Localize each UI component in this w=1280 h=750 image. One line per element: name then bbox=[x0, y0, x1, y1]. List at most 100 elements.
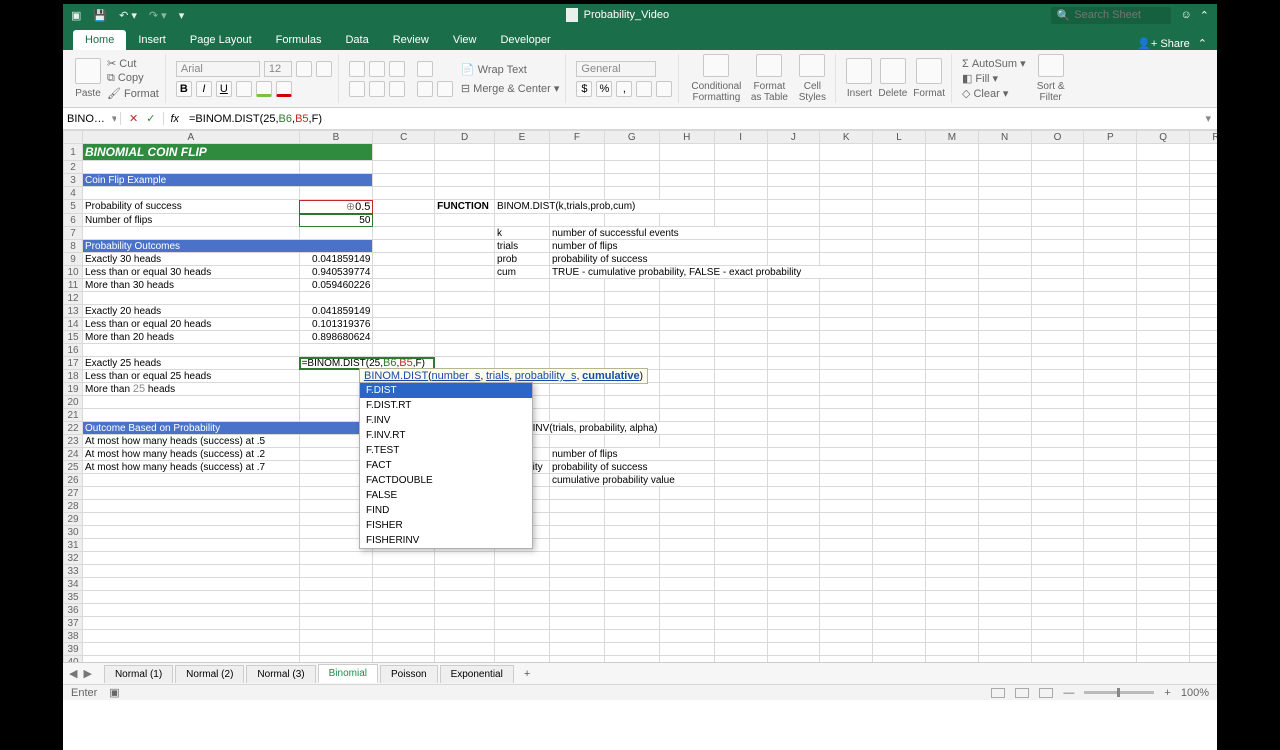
fx-icon[interactable]: fx bbox=[164, 113, 185, 125]
suggestion-item[interactable]: FIND bbox=[360, 503, 532, 518]
decrease-font-icon[interactable] bbox=[316, 61, 332, 77]
suggestion-item[interactable]: F.DIST.RT bbox=[360, 398, 532, 413]
section1[interactable]: Coin Flip Example bbox=[83, 174, 373, 187]
delete-cells-icon[interactable] bbox=[880, 58, 906, 84]
suggestion-item[interactable]: F.DIST bbox=[360, 383, 532, 398]
enter-icon[interactable]: ✓ bbox=[146, 112, 155, 125]
sheet-tab[interactable]: Normal (2) bbox=[175, 665, 244, 683]
layout-icon[interactable]: ▣ bbox=[71, 9, 81, 22]
zoom-out-icon[interactable]: — bbox=[1063, 687, 1074, 699]
paste-icon[interactable] bbox=[75, 58, 101, 84]
section3[interactable]: Outcome Based on Probability bbox=[83, 422, 373, 435]
zoom-in-icon[interactable]: + bbox=[1164, 687, 1170, 699]
sheet-tab-active[interactable]: Binomial bbox=[318, 664, 378, 683]
indent-inc-icon[interactable] bbox=[437, 81, 453, 97]
tab-data[interactable]: Data bbox=[333, 30, 380, 50]
suggestion-item[interactable]: FALSE bbox=[360, 488, 532, 503]
redo-icon[interactable]: ↷ ▾ bbox=[149, 9, 167, 22]
view-normal-icon[interactable] bbox=[991, 688, 1005, 698]
align-mid-icon[interactable] bbox=[369, 61, 385, 77]
fill-button[interactable]: ◧ Fill ▾ bbox=[962, 72, 1026, 85]
tab-insert[interactable]: Insert bbox=[126, 30, 178, 50]
cell-e5[interactable]: BINOM.DIST(k,trials,prob,cum) bbox=[495, 200, 715, 214]
suggestion-item[interactable]: F.TEST bbox=[360, 443, 532, 458]
clear-button[interactable]: ◇ Clear ▾ bbox=[962, 87, 1026, 100]
increase-font-icon[interactable] bbox=[296, 61, 312, 77]
worksheet[interactable]: ABCDEFGHIJKLMNOPQR 1BINOMIAL COIN FLIP 2… bbox=[63, 130, 1217, 662]
autosum-button[interactable]: Σ AutoSum ▾ bbox=[962, 57, 1026, 70]
tab-next-icon[interactable]: ▶ bbox=[83, 667, 91, 680]
search-input[interactable] bbox=[1074, 9, 1164, 21]
cut-button[interactable]: ✂ Cut bbox=[107, 57, 159, 70]
section2[interactable]: Probability Outcomes bbox=[83, 240, 373, 253]
number-format[interactable]: General bbox=[576, 61, 656, 77]
align-top-icon[interactable] bbox=[349, 61, 365, 77]
view-break-icon[interactable] bbox=[1039, 688, 1053, 698]
tab-developer[interactable]: Developer bbox=[488, 30, 562, 50]
tab-prev-icon[interactable]: ◀ bbox=[69, 667, 77, 680]
sheet-tab[interactable]: Normal (1) bbox=[104, 665, 173, 683]
copy-button[interactable]: ⧉ Copy bbox=[107, 72, 159, 85]
currency-icon[interactable]: $ bbox=[576, 81, 592, 97]
zoom-slider[interactable] bbox=[1084, 691, 1154, 694]
orientation-icon[interactable] bbox=[417, 61, 433, 77]
indent-dec-icon[interactable] bbox=[417, 81, 433, 97]
align-center-icon[interactable] bbox=[369, 81, 385, 97]
fill-color-icon[interactable] bbox=[256, 81, 272, 97]
cell-a6[interactable]: Number of flips bbox=[83, 214, 300, 227]
cell-b6[interactable]: 50 bbox=[299, 214, 373, 227]
cell-a5[interactable]: Probability of success bbox=[83, 200, 300, 214]
tab-review[interactable]: Review bbox=[381, 30, 441, 50]
name-box[interactable]: BINOM.D...▾ bbox=[63, 112, 121, 125]
cond-format-icon[interactable] bbox=[703, 54, 729, 77]
format-cells-icon[interactable] bbox=[916, 58, 942, 84]
expand-formula-icon[interactable]: ▾ bbox=[1199, 112, 1217, 125]
suggestion-item[interactable]: FISHER bbox=[360, 518, 532, 533]
undo-icon[interactable]: ↶ ▾ bbox=[119, 9, 137, 22]
font-size[interactable]: 12 bbox=[264, 61, 292, 77]
sheet-tab[interactable]: Poisson bbox=[380, 665, 438, 683]
suggestion-item[interactable]: FACTDOUBLE bbox=[360, 473, 532, 488]
suggestion-item[interactable]: FISHERINV bbox=[360, 533, 532, 548]
suggestion-item[interactable]: F.INV bbox=[360, 413, 532, 428]
merge-center-button[interactable]: ⊟ Merge & Center ▾ bbox=[461, 82, 560, 95]
collapse-ribbon-icon[interactable]: ⌃ bbox=[1198, 37, 1207, 50]
underline-icon[interactable]: U bbox=[216, 81, 232, 97]
suggestion-item[interactable]: FACT bbox=[360, 458, 532, 473]
formula-bar[interactable]: =BINOM.DIST(25,B6,B5,F) bbox=[185, 113, 1199, 125]
autocomplete-list[interactable]: F.DIST F.DIST.RT F.INV F.INV.RT F.TEST F… bbox=[359, 382, 533, 549]
cancel-icon[interactable]: ✕ bbox=[129, 112, 138, 125]
save-icon[interactable]: 💾 bbox=[93, 9, 107, 22]
font-color-icon[interactable] bbox=[276, 81, 292, 97]
qat-more-icon[interactable]: ▾ bbox=[179, 9, 185, 22]
feedback-icon[interactable]: ☺ bbox=[1181, 9, 1192, 21]
format-table-icon[interactable] bbox=[756, 54, 782, 77]
share-button[interactable]: 👤+ Share bbox=[1137, 37, 1190, 50]
align-left-icon[interactable] bbox=[349, 81, 365, 97]
tab-formulas[interactable]: Formulas bbox=[264, 30, 334, 50]
view-layout-icon[interactable] bbox=[1015, 688, 1029, 698]
ribbon-toggle-icon[interactable]: ⌃ bbox=[1200, 9, 1209, 22]
bold-icon[interactable]: B bbox=[176, 81, 192, 97]
suggestion-item[interactable]: F.INV.RT bbox=[360, 428, 532, 443]
sort-filter-icon[interactable] bbox=[1038, 54, 1064, 77]
dec-dec-icon[interactable] bbox=[656, 81, 672, 97]
border-icon[interactable] bbox=[236, 81, 252, 97]
zoom-level[interactable]: 100% bbox=[1181, 687, 1209, 699]
dec-inc-icon[interactable] bbox=[636, 81, 652, 97]
add-sheet-button[interactable]: + bbox=[516, 666, 538, 682]
tab-home[interactable]: Home bbox=[73, 30, 126, 50]
format-painter-button[interactable]: 🖌 Format bbox=[107, 87, 159, 100]
percent-icon[interactable]: % bbox=[596, 81, 612, 97]
insert-cells-icon[interactable] bbox=[846, 58, 872, 84]
font-name[interactable]: Arial bbox=[176, 61, 260, 77]
align-right-icon[interactable] bbox=[389, 81, 405, 97]
cell-b5[interactable]: ⊕0.5 bbox=[299, 200, 373, 214]
wrap-text-button[interactable]: 📄 Wrap Text bbox=[461, 63, 560, 76]
tab-pagelayout[interactable]: Page Layout bbox=[178, 30, 264, 50]
tab-view[interactable]: View bbox=[441, 30, 489, 50]
align-bot-icon[interactable] bbox=[389, 61, 405, 77]
sheet-tab[interactable]: Exponential bbox=[440, 665, 514, 683]
cell-d5[interactable]: FUNCTION bbox=[435, 200, 495, 214]
cell-styles-icon[interactable] bbox=[799, 54, 825, 77]
